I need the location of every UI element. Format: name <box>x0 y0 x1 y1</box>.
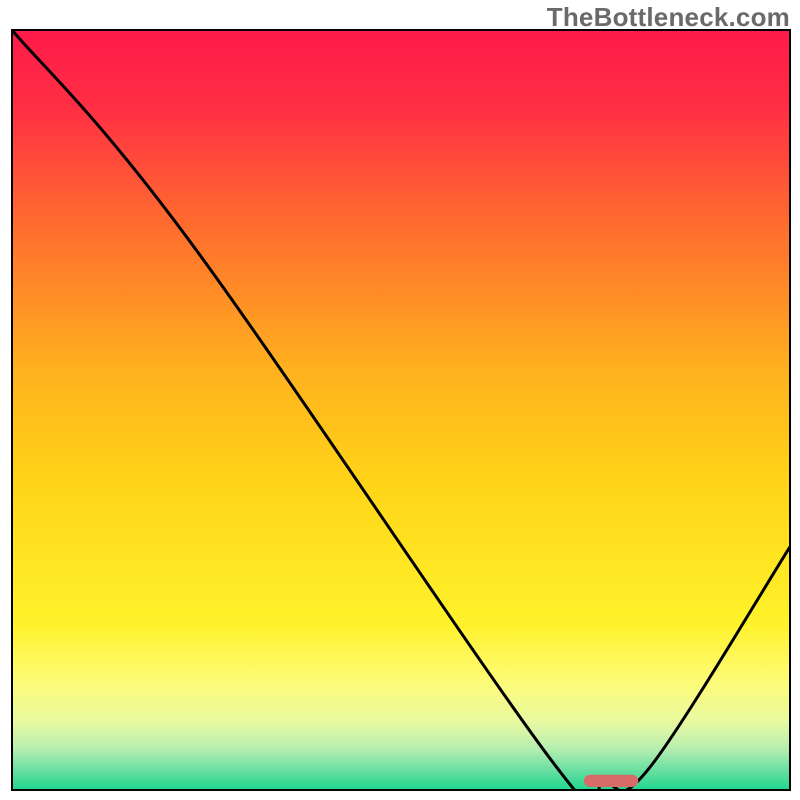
watermark-text: TheBottleneck.com <box>547 2 790 33</box>
sweet-spot-marker <box>584 775 638 787</box>
plot-svg <box>0 0 800 800</box>
bottleneck-chart: TheBottleneck.com <box>0 0 800 800</box>
gradient-background <box>12 30 790 790</box>
